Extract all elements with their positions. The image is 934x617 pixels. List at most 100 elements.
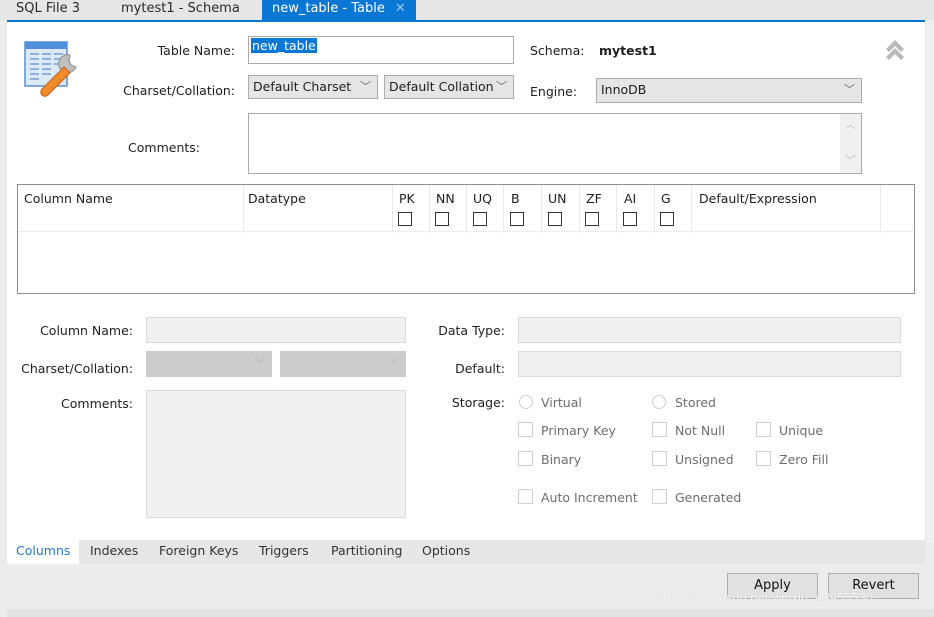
- generated-checkbox[interactable]: [652, 489, 667, 504]
- chevron-down-icon: ﹀: [254, 357, 265, 370]
- engine-label: Engine:: [530, 84, 578, 99]
- collation-dropdown[interactable]: Default Collation ﹀: [384, 75, 514, 99]
- tab-sql-file-3[interactable]: SQL File 3: [16, 0, 80, 20]
- column-comments-label: Comments:: [61, 396, 133, 411]
- generated-label: Generated: [675, 490, 742, 505]
- col-separator: [541, 185, 542, 233]
- g-header-checkbox[interactable]: [660, 212, 674, 226]
- watermark-text: https://blog.csdn.net/weixin_43955530: [652, 590, 874, 605]
- col-header-un[interactable]: UN: [548, 191, 567, 206]
- comments-label: Comments:: [128, 140, 200, 155]
- col-header-column-name[interactable]: Column Name: [24, 191, 113, 206]
- collation-value: Default Collation: [389, 79, 494, 94]
- close-icon[interactable]: ✕: [395, 1, 406, 16]
- subtab-triggers[interactable]: Triggers: [259, 540, 309, 564]
- chevron-down-icon: ﹀: [496, 80, 507, 93]
- b-header-checkbox[interactable]: [510, 212, 524, 226]
- subtab-foreign-keys[interactable]: Foreign Keys: [159, 540, 238, 564]
- col-header-uq[interactable]: UQ: [473, 191, 492, 206]
- tab-label: SQL File 3: [16, 1, 81, 16]
- chevron-down-icon: ﹀: [360, 80, 371, 93]
- col-header-ai[interactable]: AI: [624, 191, 636, 206]
- tab-mytest1-schema[interactable]: mytest1 - Schema: [121, 0, 240, 20]
- schema-label: Schema:: [530, 43, 585, 58]
- charset-value: Default Charset: [253, 79, 352, 94]
- col-separator: [429, 185, 430, 233]
- charset-dropdown[interactable]: Default Charset ﹀: [248, 75, 378, 99]
- comments-scrollbar[interactable]: ︿ ﹀: [840, 114, 861, 173]
- ai-header-checkbox[interactable]: [623, 212, 637, 226]
- storage-label: Storage:: [451, 395, 505, 410]
- zero-fill-checkbox[interactable]: [756, 451, 771, 466]
- storage-virtual-label: Virtual: [541, 395, 582, 410]
- col-header-g[interactable]: G: [661, 191, 671, 206]
- col-header-datatype[interactable]: Datatype: [248, 191, 306, 206]
- subtab-indexes[interactable]: Indexes: [90, 540, 138, 564]
- auto-increment-label: Auto Increment: [541, 490, 638, 505]
- col-separator: [243, 185, 244, 233]
- engine-dropdown[interactable]: InnoDB ﹀: [596, 78, 862, 103]
- scroll-down-icon[interactable]: ﹀: [845, 152, 856, 168]
- uq-header-checkbox[interactable]: [473, 212, 487, 226]
- unsigned-checkbox[interactable]: [652, 451, 667, 466]
- col-header-pk[interactable]: PK: [399, 191, 415, 206]
- storage-virtual-radio[interactable]: [519, 395, 533, 409]
- zero-fill-label: Zero Fill: [779, 452, 829, 467]
- col-header-b[interactable]: B: [511, 191, 520, 206]
- unique-checkbox[interactable]: [756, 422, 771, 437]
- column-name-label: Column Name:: [40, 323, 133, 338]
- storage-stored-label: Stored: [675, 395, 716, 410]
- binary-checkbox[interactable]: [518, 451, 533, 466]
- col-separator: [880, 185, 881, 233]
- unique-label: Unique: [779, 423, 824, 438]
- chevron-down-icon: ﹀: [388, 357, 399, 370]
- tab-label: new_table - Table: [272, 1, 385, 16]
- subtab-partitioning[interactable]: Partitioning: [331, 540, 402, 564]
- column-comments-textarea[interactable]: [146, 390, 406, 518]
- pk-header-checkbox[interactable]: [398, 212, 412, 226]
- unsigned-label: Unsigned: [675, 452, 734, 467]
- column-name-input[interactable]: [146, 317, 406, 343]
- primary-key-label: Primary Key: [541, 423, 616, 438]
- default-label: Default:: [455, 361, 505, 376]
- tab-label: mytest1 - Schema: [121, 1, 240, 16]
- table-comments-textarea[interactable]: [248, 113, 862, 174]
- default-input[interactable]: [518, 351, 901, 377]
- tab-new-table[interactable]: new_table - Table ✕: [262, 0, 416, 20]
- auto-increment-checkbox[interactable]: [518, 489, 533, 504]
- table-name-input[interactable]: new_table: [248, 36, 514, 64]
- table-name-value: new_table: [251, 38, 317, 53]
- col-separator: [466, 185, 467, 233]
- chevron-down-icon: ﹀: [844, 83, 855, 96]
- not-null-checkbox[interactable]: [652, 422, 667, 437]
- col-separator: [654, 185, 655, 233]
- un-header-checkbox[interactable]: [548, 212, 562, 226]
- col-header-zf[interactable]: ZF: [586, 191, 602, 206]
- engine-value: InnoDB: [601, 82, 647, 97]
- data-type-label: Data Type:: [438, 323, 505, 338]
- col-separator: [392, 185, 393, 233]
- zf-header-checkbox[interactable]: [585, 212, 599, 226]
- table-name-label: Table Name:: [157, 43, 235, 58]
- header-divider: [18, 231, 914, 232]
- status-bar: [7, 609, 934, 617]
- subtab-columns[interactable]: Columns: [7, 540, 80, 564]
- col-header-nn[interactable]: NN: [436, 191, 455, 206]
- double-chevron-up-icon[interactable]: [883, 37, 907, 61]
- scroll-up-icon[interactable]: ︿: [845, 116, 856, 132]
- subtab-options[interactable]: Options: [422, 540, 470, 564]
- primary-key-checkbox[interactable]: [518, 422, 533, 437]
- column-charset-label: Charset/Collation:: [21, 361, 133, 376]
- column-charset-dropdown[interactable]: ﹀: [146, 351, 272, 377]
- right-edge: [925, 22, 934, 542]
- column-collation-dropdown[interactable]: ﹀: [280, 351, 406, 377]
- not-null-label: Not Null: [675, 423, 726, 438]
- col-header-default-expression[interactable]: Default/Expression: [699, 191, 817, 206]
- data-type-input[interactable]: [518, 317, 901, 343]
- nn-header-checkbox[interactable]: [435, 212, 449, 226]
- storage-stored-radio[interactable]: [652, 395, 666, 409]
- columns-grid[interactable]: Column Name Datatype PK NN UQ B UN ZF AI…: [17, 184, 915, 294]
- col-separator: [691, 185, 692, 233]
- col-separator: [503, 185, 504, 233]
- binary-label: Binary: [541, 452, 582, 467]
